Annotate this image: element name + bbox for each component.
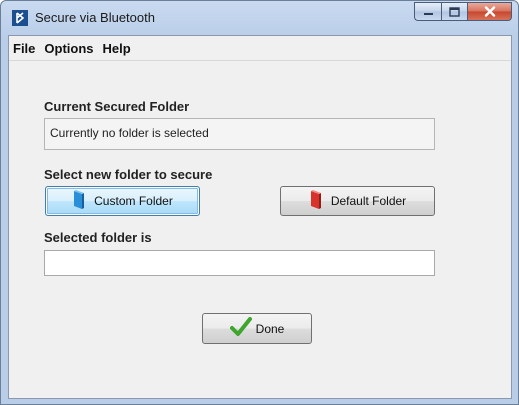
current-folder-display: Currently no folder is selected (44, 118, 435, 150)
minimize-button[interactable] (414, 2, 441, 21)
close-button[interactable] (467, 2, 512, 21)
app-icon (12, 10, 28, 26)
custom-folder-button[interactable]: Custom Folder (45, 186, 200, 216)
title-bar[interactable]: Secure via Bluetooth (1, 1, 518, 35)
window-controls (414, 2, 512, 21)
selected-folder-label: Selected folder is (44, 230, 152, 245)
menu-file[interactable]: File (9, 41, 40, 56)
menu-options[interactable]: Options (40, 41, 98, 56)
close-icon (484, 6, 495, 17)
current-folder-label: Current Secured Folder (44, 99, 190, 114)
selected-folder-field[interactable] (44, 250, 435, 276)
done-button[interactable]: Done (202, 313, 312, 344)
default-folder-button[interactable]: Default Folder (280, 186, 435, 216)
green-check-icon (229, 317, 252, 340)
default-folder-label: Default Folder (330, 194, 407, 208)
custom-folder-label: Custom Folder (94, 194, 173, 208)
done-label: Done (255, 321, 285, 336)
menu-help[interactable]: Help (99, 41, 136, 56)
client-area: File Options Help Current Secured Folder… (8, 35, 512, 399)
window-title: Secure via Bluetooth (35, 10, 155, 25)
blue-book-icon (72, 189, 86, 213)
maximize-icon (449, 6, 460, 17)
maximize-button[interactable] (441, 2, 467, 21)
select-folder-label: Select new folder to secure (44, 167, 213, 182)
menu-bar: File Options Help (9, 36, 511, 61)
red-book-icon (309, 189, 323, 213)
minimize-icon (423, 12, 433, 15)
app-window: Secure via Bluetooth File Options Help C… (0, 0, 519, 405)
